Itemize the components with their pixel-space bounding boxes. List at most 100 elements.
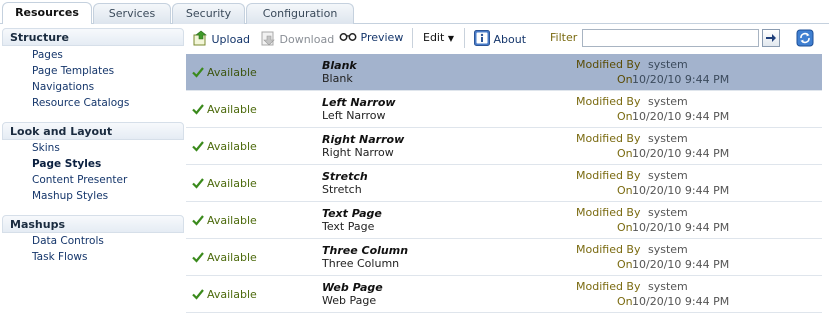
- toolbar-separator: [412, 28, 413, 48]
- status-badge: Available: [192, 177, 257, 191]
- item-title[interactable]: Text Page: [322, 207, 382, 220]
- toolbar-separator: [464, 28, 465, 48]
- modified-on-label: On: [617, 184, 633, 197]
- item-title[interactable]: Web Page: [322, 281, 383, 294]
- upload-button[interactable]: Upload: [192, 30, 250, 46]
- modified-by-value: system: [648, 95, 688, 108]
- modified-on-label: On: [617, 147, 633, 160]
- status-badge: Available: [192, 251, 257, 265]
- sidebar-section-look-and-layout[interactable]: Look and Layout: [2, 122, 184, 140]
- refresh-icon: [796, 29, 814, 47]
- modified-by-label: Modified By: [576, 132, 641, 145]
- item-title[interactable]: Three Column: [322, 244, 408, 257]
- upload-icon: [193, 30, 207, 46]
- modified-by-value: system: [648, 243, 688, 256]
- modified-by-label: Modified By: [576, 58, 641, 71]
- checkmark-icon: [192, 215, 204, 226]
- list-item[interactable]: Available Stretch Stretch Modified By sy…: [186, 165, 822, 202]
- about-button[interactable]: About: [474, 30, 526, 46]
- info-icon: [474, 30, 490, 46]
- filter-label: Filter: [550, 31, 578, 44]
- item-title[interactable]: Stretch: [322, 170, 368, 183]
- modified-on-value: 10/20/10 9:44 PM: [632, 258, 730, 271]
- download-icon: [261, 31, 275, 46]
- status-badge: Available: [192, 103, 257, 117]
- modified-by-value: system: [648, 280, 688, 293]
- list-item[interactable]: Available Three Column Three Column Modi…: [186, 239, 822, 276]
- list-item[interactable]: Available Text Page Text Page Modified B…: [186, 202, 822, 239]
- edit-label: Edit: [423, 31, 445, 44]
- checkmark-icon: [192, 252, 204, 263]
- item-name: Right Narrow: [322, 146, 394, 159]
- tab-services[interactable]: Services: [93, 3, 171, 24]
- tab-resources[interactable]: Resources: [2, 2, 92, 24]
- sidebar-item-skins[interactable]: Skins: [32, 142, 60, 155]
- preview-button[interactable]: Preview: [339, 30, 403, 46]
- download-label: Download: [279, 33, 335, 46]
- checkmark-icon: [192, 104, 204, 115]
- list-item[interactable]: Available Left Narrow Left Narrow Modifi…: [186, 91, 822, 128]
- modified-on-value: 10/20/10 9:44 PM: [632, 110, 730, 123]
- tab-bar: Resources Services Security Configuratio…: [0, 0, 829, 24]
- status-text: Available: [207, 288, 257, 301]
- modified-by-label: Modified By: [576, 206, 641, 219]
- sidebar-item-mashup-styles[interactable]: Mashup Styles: [32, 190, 108, 203]
- item-name: Left Narrow: [322, 109, 386, 122]
- modified-by-label: Modified By: [576, 280, 641, 293]
- item-name: Blank: [322, 72, 353, 85]
- modified-on-label: On: [617, 295, 633, 308]
- list-item[interactable]: Available Web Page Web Page Modified By …: [186, 276, 822, 313]
- status-text: Available: [207, 177, 257, 190]
- sidebar-item-pages[interactable]: Pages: [32, 49, 63, 62]
- list-item[interactable]: Available Blank Blank Modified By system…: [186, 54, 822, 91]
- refresh-button[interactable]: [796, 28, 814, 48]
- item-name: Text Page: [322, 220, 375, 233]
- checkmark-icon: [192, 67, 204, 78]
- item-name: Three Column: [322, 257, 400, 270]
- sidebar-item-data-controls[interactable]: Data Controls: [32, 235, 104, 248]
- sidebar-item-task-flows[interactable]: Task Flows: [32, 251, 87, 264]
- status-text: Available: [207, 140, 257, 153]
- sidebar-item-page-styles[interactable]: Page Styles: [32, 158, 101, 171]
- modified-on-label: On: [617, 221, 633, 234]
- toolbar: Upload Download Preview Edit ▼ About Fil…: [186, 25, 829, 52]
- tab-configuration[interactable]: Configuration: [246, 3, 354, 24]
- status-text: Available: [207, 214, 257, 227]
- arrow-right-icon: [766, 34, 776, 42]
- edit-menu-button[interactable]: Edit ▼: [423, 30, 454, 46]
- modified-on-label: On: [617, 73, 633, 86]
- list-item[interactable]: Available Right Narrow Right Narrow Modi…: [186, 128, 822, 165]
- status-badge: Available: [192, 214, 257, 228]
- sidebar-item-content-presenter[interactable]: Content Presenter: [32, 174, 127, 187]
- checkmark-icon: [192, 178, 204, 189]
- glasses-icon: [339, 33, 357, 41]
- sidebar-section-structure[interactable]: Structure: [2, 28, 184, 46]
- item-name: Stretch: [322, 183, 362, 196]
- filter-go-button[interactable]: [762, 29, 780, 47]
- sidebar-item-page-templates[interactable]: Page Templates: [32, 65, 114, 78]
- preview-label: Preview: [360, 31, 404, 44]
- status-badge: Available: [192, 288, 257, 302]
- status-text: Available: [207, 251, 257, 264]
- modified-by-label: Modified By: [576, 95, 641, 108]
- sidebar: Structure Pages Page Templates Navigatio…: [0, 28, 184, 313]
- item-name: Web Page: [322, 294, 377, 307]
- item-title[interactable]: Blank: [322, 59, 357, 72]
- sidebar-item-resource-catalogs[interactable]: Resource Catalogs: [32, 97, 129, 110]
- download-button[interactable]: Download: [260, 30, 334, 46]
- tab-security[interactable]: Security: [172, 3, 245, 24]
- sidebar-section-mashups[interactable]: Mashups: [2, 215, 184, 233]
- upload-label: Upload: [211, 33, 251, 46]
- checkmark-icon: [192, 289, 204, 300]
- filter-input[interactable]: [582, 29, 759, 47]
- sidebar-item-navigations[interactable]: Navigations: [32, 81, 94, 94]
- modified-by-label: Modified By: [576, 169, 641, 182]
- status-text: Available: [207, 103, 257, 116]
- status-text: Available: [207, 66, 257, 79]
- item-title[interactable]: Left Narrow: [322, 96, 396, 109]
- chevron-down-icon: ▼: [447, 34, 454, 43]
- item-title[interactable]: Right Narrow: [322, 133, 404, 146]
- about-label: About: [493, 33, 527, 46]
- status-badge: Available: [192, 140, 257, 154]
- modified-on-label: On: [617, 258, 633, 271]
